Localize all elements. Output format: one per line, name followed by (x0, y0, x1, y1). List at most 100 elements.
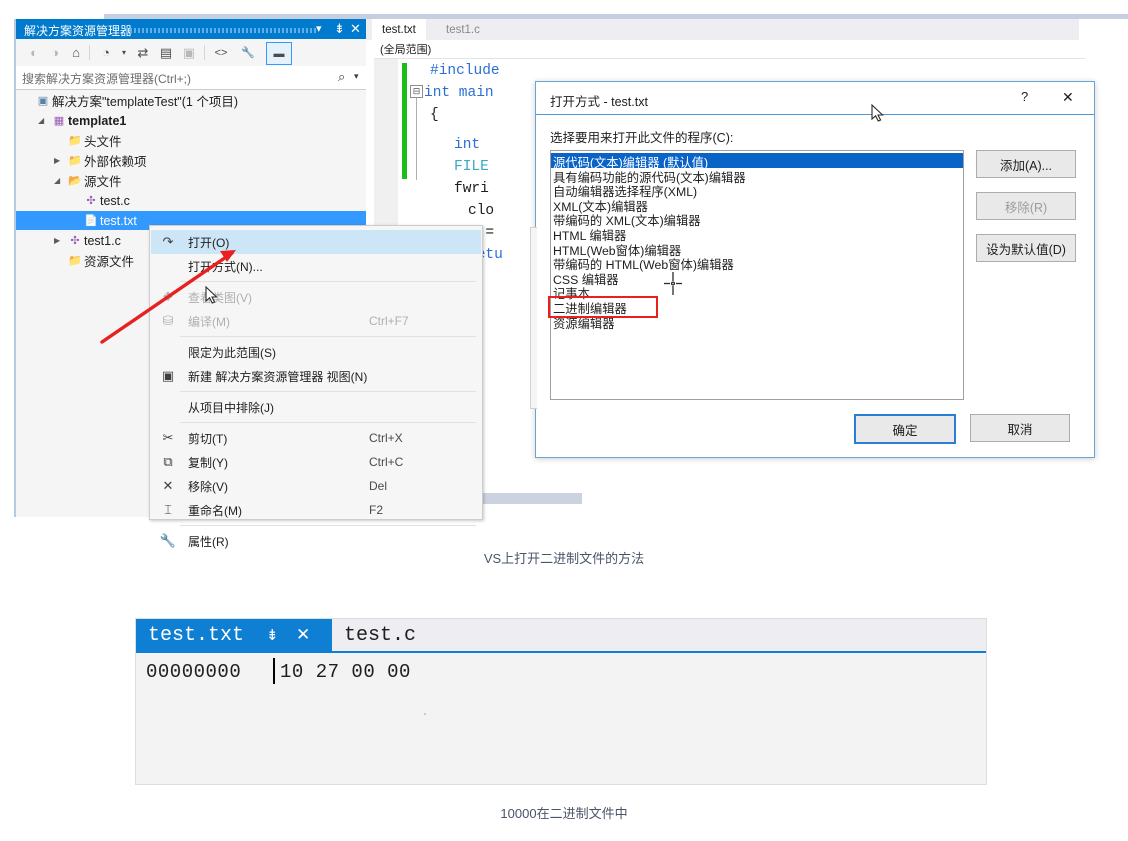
editor-tab-test-txt[interactable]: test.txt (372, 19, 426, 40)
solution-explorer-titlebar: 解决方案资源管理器 ▾ ⇟ ✕ (16, 19, 368, 39)
program-list-item-1[interactable]: 具有编码功能的源代码(文本)编辑器 (551, 168, 963, 185)
dialog-title-underline (536, 114, 1094, 115)
menu-item-shortcut: Ctrl+F7 (369, 314, 409, 328)
hex-content-area[interactable]: 00000000 10 27 00 00 (136, 653, 986, 782)
program-listbox[interactable]: 源代码(文本)编辑器 (默认值) 具有编码功能的源代码(文本)编辑器 自动编辑器选择… (550, 150, 964, 400)
search-input[interactable]: 搜索解决方案资源管理器(Ctrl+;) ⌕ ▾ (16, 66, 368, 90)
preview-selected-items-button[interactable]: ▬ (266, 42, 292, 65)
program-list-item-8[interactable]: CSS 编辑器 (551, 270, 963, 287)
pending-changes-caret-icon[interactable]: ▾ (114, 43, 134, 62)
menu-item-icon: ✂ (162, 430, 174, 445)
search-chevron-down-icon[interactable]: ▾ (354, 71, 359, 82)
tree-node-label: 头文件 (84, 135, 122, 149)
context-menu-item-9[interactable]: ✕ 移除(V) Del (151, 474, 481, 498)
code-line-4: FILE (454, 159, 489, 175)
pin-icon[interactable]: ⇟ (266, 626, 279, 644)
back-icon[interactable]: ◐ (24, 43, 44, 62)
search-icon[interactable]: ⌕ (338, 69, 345, 85)
forward-icon[interactable]: ◑ (45, 43, 65, 62)
menu-item-icon: ✕ (162, 478, 174, 493)
close-icon[interactable]: ✕ (350, 21, 361, 37)
program-list-item-4[interactable]: 带编码的 XML(文本)编辑器 (551, 211, 963, 228)
tree-item-7[interactable]: ▶ ✣ test1.c (54, 231, 121, 250)
close-icon[interactable]: ✕ (296, 625, 310, 645)
code-line-2: { (430, 107, 439, 123)
sync-icon[interactable]: ⇄ (133, 43, 153, 62)
program-list-item-2[interactable]: 自动编辑器选择程序(XML) (551, 182, 963, 199)
ok-button[interactable]: 确定 (854, 414, 956, 444)
tree-expander-icon[interactable]: ◢ (54, 176, 66, 185)
program-list-item-6[interactable]: HTML(Web窗体)编辑器 (551, 241, 963, 258)
pending-changes-icon[interactable]: ◔ (96, 43, 116, 62)
visual-studio-screenshot: 解决方案资源管理器 ▾ ⇟ ✕ ◐ ◑ ⌂ ◔ ▾ ⇄ ▤ ▣ <> 🔧 ▬ 搜… (14, 19, 1095, 549)
tree-item-0[interactable]: ▣ 解决方案"templateTest"(1 个项目) (22, 91, 238, 110)
binary-editor-screenshot: test.txt ⇟ ✕ test.c 00000000 10 27 00 00 (135, 618, 987, 785)
editor-tab-test1-c[interactable]: test1.c (436, 19, 490, 40)
tree-node-icon: ▦ (53, 115, 65, 127)
tree-node-label: 外部依赖项 (84, 155, 147, 169)
tree-item-5[interactable]: ✣ test.c (70, 191, 130, 210)
chevron-down-icon[interactable]: ▾ (316, 22, 322, 35)
hex-tab-test-c[interactable]: test.c (332, 619, 416, 652)
show-all-files-icon[interactable]: <> (211, 43, 231, 62)
context-menu: ↷ 打开(O) 打开方式(N)... ❖ 查看类图(V) ⛁ 编译(M) Ctrl+F7 限定为… (149, 225, 483, 549)
set-default-button[interactable]: 设为默认值(D) (976, 234, 1076, 262)
context-menu-item-10[interactable]: ⌶ 重命名(M) F2 (151, 498, 481, 522)
change-indicator-bar (402, 63, 407, 179)
program-list-item-3[interactable]: XML(文本)编辑器 (551, 197, 963, 214)
menu-item-icon: ↷ (162, 234, 174, 249)
context-menu-item-7[interactable]: ✂ 剪切(T) Ctrl+X (151, 426, 481, 450)
menu-item-label: 剪切(T) (188, 431, 228, 446)
tree-node-label: test.c (100, 193, 130, 208)
tree-expander-icon[interactable]: ▶ (54, 156, 66, 165)
toolbar-separator (204, 45, 205, 60)
code-line-6: clo (468, 203, 495, 219)
wrench-icon[interactable]: 🔧 (238, 43, 258, 62)
figure-2-caption: 10000在二进制文件中 (500, 806, 628, 821)
menu-item-label: 编译(M) (188, 314, 230, 329)
editor-scope-dropdown[interactable]: (全局范围) (374, 40, 1085, 59)
code-line-1: int main (424, 85, 494, 101)
program-list-item-0[interactable]: 源代码(文本)编辑器 (默认值) (551, 153, 963, 170)
preview-selected-icon: ▬ (273, 47, 285, 60)
fold-collapse-icon[interactable]: ⊟ (410, 85, 423, 98)
menu-separator (180, 336, 476, 337)
tree-node-icon: 📁 (68, 135, 82, 147)
solution-explorer-toolbar: ◐ ◑ ⌂ ◔ ▾ ⇄ ▤ ▣ <> 🔧 ▬ (16, 39, 368, 67)
properties-icon[interactable]: ▣ (179, 43, 199, 62)
menu-item-label: 查看类图(V) (188, 290, 252, 305)
tree-item-1[interactable]: ◢ ▦ template1 (38, 111, 126, 130)
help-icon[interactable]: ? (1021, 89, 1028, 104)
close-icon[interactable]: ✕ (1062, 89, 1074, 106)
menu-item-label: 新建 解决方案资源管理器 视图(N) (188, 369, 368, 384)
menu-item-icon: ⌶ (164, 502, 172, 517)
tree-expander-icon[interactable]: ▶ (54, 236, 66, 245)
context-menu-item-8[interactable]: ⧉ 复制(Y) Ctrl+C (151, 450, 481, 474)
add-button[interactable]: 添加(A)... (976, 150, 1076, 178)
menu-item-shortcut: Del (369, 479, 388, 493)
menu-separator (180, 422, 476, 423)
pin-icon[interactable]: ⇟ (334, 21, 345, 37)
editor-tabstrip: test.txt test1.c (366, 19, 1079, 40)
program-list-item-7[interactable]: 带编码的 HTML(Web窗体)编辑器 (551, 255, 963, 272)
context-menu-item-1[interactable]: 打开方式(N)... (151, 254, 481, 278)
tree-node-label: 源文件 (84, 175, 122, 189)
tree-item-2[interactable]: 📁 头文件 (54, 131, 122, 150)
tree-item-8[interactable]: 📁 资源文件 (54, 251, 134, 270)
tree-item-4[interactable]: ◢ 📂 源文件 (54, 171, 122, 190)
tree-item-3[interactable]: ▶ 📁 外部依赖项 (54, 151, 147, 170)
program-list-item-5[interactable]: HTML 编辑器 (551, 226, 963, 243)
home-icon[interactable]: ⌂ (66, 43, 86, 62)
hex-tab-test-txt[interactable]: test.txt ⇟ ✕ (136, 619, 332, 652)
collapse-all-icon[interactable]: ▤ (156, 43, 176, 62)
context-menu-item-0[interactable]: ↷ 打开(O) (151, 230, 481, 254)
hex-tab-label: test.txt (148, 624, 245, 647)
context-menu-item-5[interactable]: ▣ 新建 解决方案资源管理器 视图(N) (151, 364, 481, 388)
hex-ascii-dot (424, 713, 426, 715)
context-menu-item-4[interactable]: 限定为此范围(S) (151, 340, 481, 364)
tree-node-icon: 📄 (84, 215, 98, 227)
menu-item-label: 移除(V) (188, 479, 228, 494)
cancel-button[interactable]: 取消 (970, 414, 1070, 442)
context-menu-item-6[interactable]: 从项目中排除(J) (151, 395, 481, 419)
tree-expander-icon[interactable]: ◢ (38, 116, 50, 125)
